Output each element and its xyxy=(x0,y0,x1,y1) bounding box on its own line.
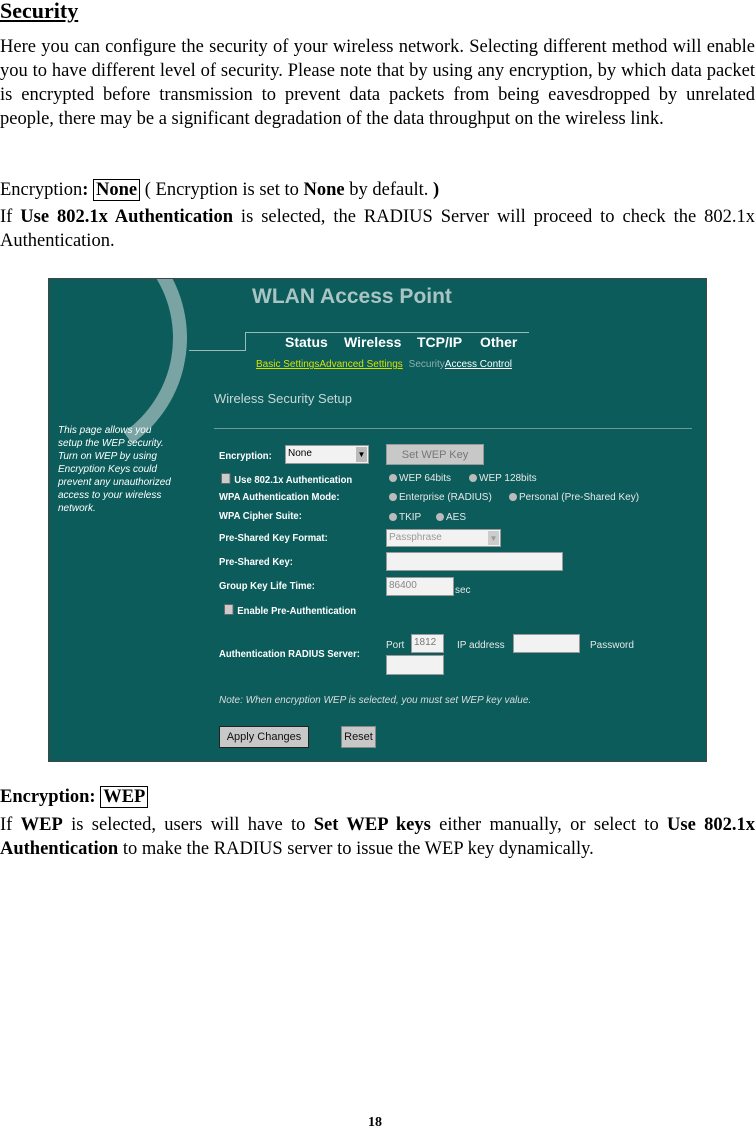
checkbox[interactable] xyxy=(221,473,231,484)
value-box: WEP xyxy=(100,786,149,808)
set-wep-key-button[interactable]: Set WEP Key xyxy=(386,444,484,465)
wep-128-radio[interactable]: WEP 128bits xyxy=(469,473,537,484)
t: If xyxy=(0,207,21,227)
value-box: None xyxy=(93,179,141,201)
apply-changes-button[interactable]: Apply Changes xyxy=(219,726,309,748)
note: by default. xyxy=(344,180,434,200)
tkip-radio[interactable]: TKIP xyxy=(389,512,421,523)
ip-address-input[interactable] xyxy=(513,634,580,653)
chevron-down-icon: ▼ xyxy=(488,531,499,545)
radio-icon xyxy=(436,513,444,521)
section-heading: Security xyxy=(0,0,79,23)
tab-other[interactable]: Other xyxy=(480,334,517,350)
t: to make the RADIUS server to issue the W… xyxy=(118,839,594,859)
password-input[interactable] xyxy=(386,655,444,675)
wep-64-radio[interactable]: WEP 64bits xyxy=(389,473,451,484)
label: WEP 64bits xyxy=(399,473,452,484)
encryption-value: None xyxy=(288,448,312,459)
divider xyxy=(189,350,246,351)
tab-tcpip[interactable]: TCP/IP xyxy=(417,334,462,350)
auth-paragraph: If Use 802.1x Authentication is selected… xyxy=(0,205,755,253)
wpa-mode-label: WPA Authentication Mode: xyxy=(219,492,340,503)
subtab-access-control[interactable]: Access Control xyxy=(445,359,512,370)
enterprise-radio[interactable]: Enterprise (RADIUS) xyxy=(389,492,492,503)
psk-format-label: Pre-Shared Key Format: xyxy=(219,533,328,544)
tab-wireless[interactable]: Wireless xyxy=(344,334,401,350)
ip-address-label: IP address xyxy=(457,640,505,651)
page-title: Wireless Security Setup xyxy=(214,391,352,406)
chevron-down-icon: ▼ xyxy=(356,447,367,462)
use-8021x-checkbox[interactable]: Use 802.1x Authentication xyxy=(221,473,352,486)
psk-label: Pre-Shared Key: xyxy=(219,557,293,568)
t-bold: WEP xyxy=(20,815,63,835)
note-bold: None xyxy=(303,180,345,200)
colon: : xyxy=(82,180,89,200)
encryption-select[interactable]: None ▼ xyxy=(285,445,369,464)
radio-icon xyxy=(389,513,397,521)
label: Encryption: xyxy=(0,787,101,807)
group-key-input[interactable]: 86400 xyxy=(386,577,454,596)
radius-label: Authentication RADIUS Server: xyxy=(219,649,360,660)
subtab-security[interactable]: Security xyxy=(409,359,445,370)
t: is selected, users will have to xyxy=(62,815,314,835)
label: Enterprise (RADIUS) xyxy=(399,492,492,503)
paren: ) xyxy=(433,180,440,200)
radio-icon xyxy=(469,474,477,482)
cipher-label: WPA Cipher Suite: xyxy=(219,511,302,522)
radio-icon xyxy=(389,474,397,482)
label: Personal (Pre-Shared Key) xyxy=(519,492,640,503)
t: either manually, or select to xyxy=(430,815,668,835)
port-label: Port xyxy=(386,640,405,651)
psk-format-select[interactable]: Passphrase ▼ xyxy=(386,529,501,547)
aes-radio[interactable]: AES xyxy=(436,512,466,523)
pre-auth-label: Enable Pre-Authentication xyxy=(237,606,357,617)
t: If xyxy=(0,815,21,835)
radio-icon xyxy=(509,493,517,501)
subtab-advanced-settings[interactable]: Advanced Settings xyxy=(319,359,402,370)
divider xyxy=(214,428,692,429)
label: TKIP xyxy=(399,512,422,523)
pre-auth-checkbox[interactable]: Enable Pre-Authentication xyxy=(224,604,356,617)
wep-paragraph: If WEP is selected, users will have to S… xyxy=(0,813,755,861)
personal-radio[interactable]: Personal (Pre-Shared Key) xyxy=(509,492,639,503)
label: WEP 128bits xyxy=(479,473,537,484)
radio-icon xyxy=(389,493,397,501)
intro-paragraph: Here you can configure the security of y… xyxy=(0,37,755,129)
encryption-none-line: Encryption: None ( Encryption is set to … xyxy=(0,179,440,201)
t-bold: Set WEP keys xyxy=(313,815,431,835)
password-label: Password xyxy=(590,640,634,651)
checkbox[interactable] xyxy=(224,604,234,615)
psk-format-value: Passphrase xyxy=(389,532,442,543)
port-input[interactable]: 1812 xyxy=(411,634,444,653)
app-title: WLAN Access Point xyxy=(252,285,452,308)
note: ( Encryption is set to xyxy=(140,180,304,200)
tab-status[interactable]: Status xyxy=(285,334,328,350)
group-key-unit: sec xyxy=(455,585,471,596)
subtab-basic-settings[interactable]: Basic Settings xyxy=(256,359,319,370)
router-screenshot: WLAN Access Point Status Wireless TCP/IP… xyxy=(48,278,707,762)
psk-input[interactable] xyxy=(386,552,563,571)
label: AES xyxy=(446,512,467,523)
use-8021x-label: Use 802.1x Authentication xyxy=(234,475,353,486)
t-bold: Use 802.1x Authentication xyxy=(20,207,233,227)
encryption-label: Encryption: xyxy=(219,451,272,462)
encryption-wep-line: Encryption: WEP xyxy=(0,786,149,808)
group-key-label: Group Key Life Time: xyxy=(219,581,315,592)
sidebar-help-text: This page allows you setup the WEP secur… xyxy=(58,425,171,514)
document-page: Security Here you can configure the secu… xyxy=(0,0,756,1130)
wep-note: Note: When encryption WEP is selected, y… xyxy=(219,695,532,706)
label: Encryption xyxy=(0,180,83,200)
reset-button[interactable]: Reset xyxy=(341,726,376,748)
